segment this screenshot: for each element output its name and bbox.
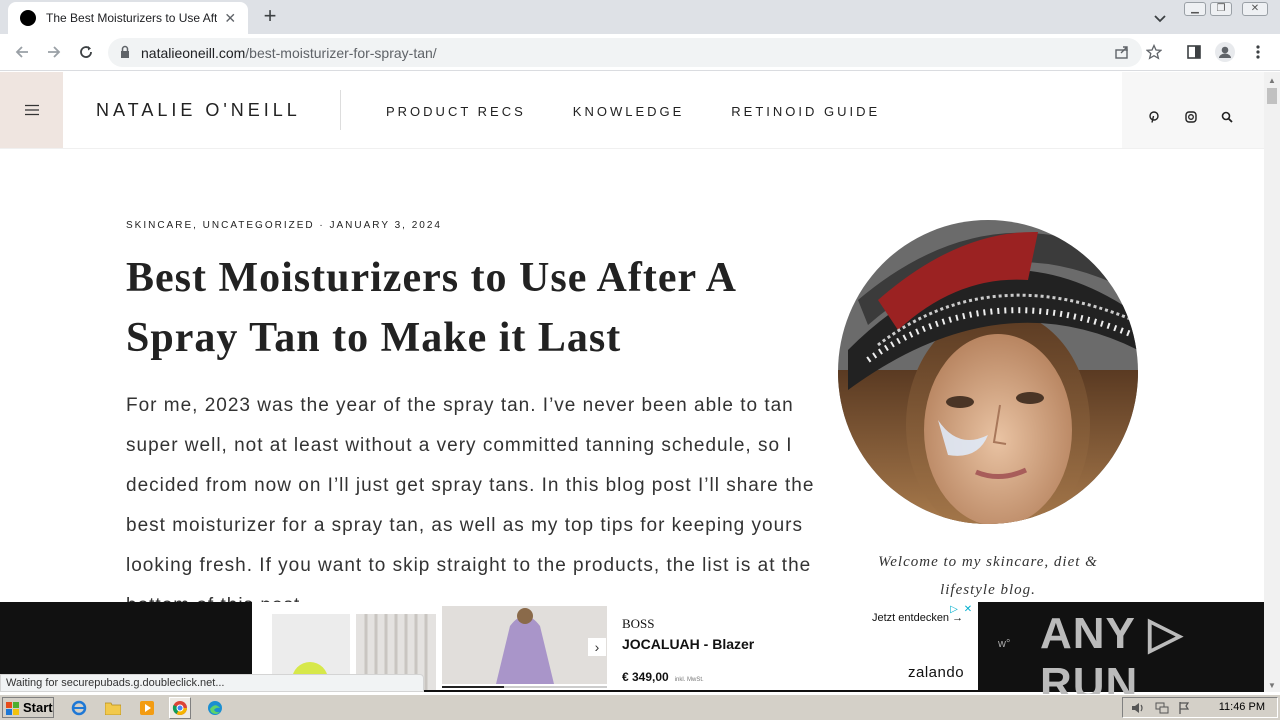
scroll-thumb[interactable] — [1267, 88, 1277, 104]
ad-choices-icon[interactable]: ▷ — [948, 604, 960, 616]
ad-brand: BOSS — [622, 616, 655, 631]
system-tray: 11:46 PM — [1122, 697, 1278, 718]
side-panel-icon[interactable] — [1183, 41, 1205, 63]
restore-button[interactable]: ❐ — [1210, 2, 1232, 16]
instagram-icon[interactable] — [1184, 110, 1198, 124]
ad-product-image-3[interactable] — [442, 606, 607, 684]
address-bar[interactable]: natalieoneill.com/best-moisturizer-for-s… — [108, 38, 1142, 67]
tab-search-chevron-icon[interactable] — [1150, 8, 1170, 28]
tab-close-icon[interactable]: ✕ — [223, 10, 239, 27]
lock-icon — [120, 45, 130, 64]
back-arrow-icon[interactable] — [11, 41, 33, 63]
minimize-button[interactable]: ▁ — [1184, 2, 1206, 16]
pinterest-icon[interactable] — [1147, 110, 1161, 124]
nav-knowledge[interactable]: KNOWLEDGE — [573, 104, 685, 119]
ad-next-arrow-icon[interactable]: › — [588, 638, 606, 656]
site-logo[interactable]: NATALIE O'NEILL — [96, 100, 301, 121]
ad-price-value: € 349,00 — [622, 670, 669, 684]
close-window-button[interactable]: ✕ — [1242, 2, 1268, 16]
tab-title: The Best Moisturizers to Use After A Spr… — [46, 11, 217, 25]
volume-icon[interactable] — [1131, 701, 1145, 715]
network-icon[interactable] — [1155, 701, 1169, 715]
action-center-flag-icon[interactable] — [1177, 701, 1191, 715]
windows-logo-icon — [6, 701, 20, 715]
hamburger-menu-icon[interactable] — [0, 72, 63, 148]
scroll-up-icon[interactable]: ▲ — [1268, 76, 1276, 85]
post-intro-paragraph: For me, 2023 was the year of the spray t… — [126, 395, 815, 616]
url-domain: natalieoneill.com — [141, 45, 246, 61]
start-label: Start — [23, 700, 53, 715]
explorer-folder-icon[interactable] — [102, 697, 124, 719]
ad-close-icon[interactable]: ✕ — [962, 604, 974, 616]
site-header: NATALIE O'NEILL PRODUCT RECS KNOWLEDGE R… — [0, 72, 1264, 148]
nav-retinoid-guide[interactable]: RETINOID GUIDE — [731, 104, 880, 119]
main-nav: PRODUCT RECS KNOWLEDGE RETINOID GUIDE — [386, 104, 927, 119]
menu-kebab-icon[interactable] — [1247, 41, 1269, 63]
url-path: /best-moisturizer-for-spray-tan/ — [245, 45, 437, 61]
media-player-icon[interactable] — [136, 697, 158, 719]
profile-avatar-icon[interactable] — [1214, 41, 1236, 63]
tab-strip: The Best Moisturizers to Use After A Spr… — [0, 0, 1280, 34]
taskbar-clock[interactable]: 11:46 PM — [1219, 701, 1265, 713]
url-text: natalieoneill.com/best-moisturizer-for-s… — [141, 45, 437, 61]
forward-arrow-icon[interactable] — [43, 41, 65, 63]
post-meta[interactable]: SKINCARE, UNCATEGORIZED · JANUARY 3, 202… — [126, 220, 442, 231]
new-tab-button[interactable]: + — [258, 5, 282, 29]
ad-product-name[interactable]: JOCALUAH - Blazer — [622, 636, 754, 652]
sidebar-welcome-text: Welcome to my skincare, diet & lifestyle… — [878, 554, 1098, 598]
author-portrait — [838, 220, 1138, 524]
page-scrollbar[interactable]: ▲ ▼ — [1264, 72, 1280, 692]
ie-icon[interactable] — [68, 697, 90, 719]
ad-carousel-progress — [442, 686, 607, 688]
ad-side-text: ԝ° — [998, 638, 1011, 650]
reload-icon[interactable] — [75, 41, 97, 63]
social-icons — [1122, 72, 1264, 148]
ad-retailer-logo: zalando — [908, 664, 965, 681]
bookmark-star-icon[interactable] — [1143, 41, 1165, 63]
site-favicon-icon — [20, 10, 36, 26]
header-divider — [340, 90, 341, 130]
nav-product-recs[interactable]: PRODUCT RECS — [386, 104, 526, 119]
os-taskbar: Start 11:46 PM — [0, 694, 1280, 720]
ad-price-note: inkl. MwSt. — [674, 677, 704, 683]
post-title: Best Moisturizers to Use After A Spray T… — [126, 255, 735, 361]
share-icon[interactable] — [1111, 41, 1133, 63]
ad-choices: ▷ ✕ — [948, 604, 974, 616]
start-button[interactable]: Start — [2, 697, 54, 718]
chrome-icon[interactable] — [169, 697, 191, 719]
tab-active[interactable]: The Best Moisturizers to Use After A Spr… — [8, 2, 248, 34]
ad-cta-label: Jetzt entdecken — [872, 612, 950, 624]
search-icon[interactable] — [1220, 110, 1234, 124]
web-page: NATALIE O'NEILL PRODUCT RECS KNOWLEDGE R… — [0, 72, 1264, 692]
edge-icon[interactable] — [204, 697, 226, 719]
browser-toolbar: natalieoneill.com/best-moisturizer-for-s… — [0, 34, 1280, 71]
ad-price: € 349,00 inkl. MwSt. — [622, 670, 704, 684]
browser-status-bar: Waiting for securepubads.g.doubleclick.n… — [0, 674, 424, 692]
